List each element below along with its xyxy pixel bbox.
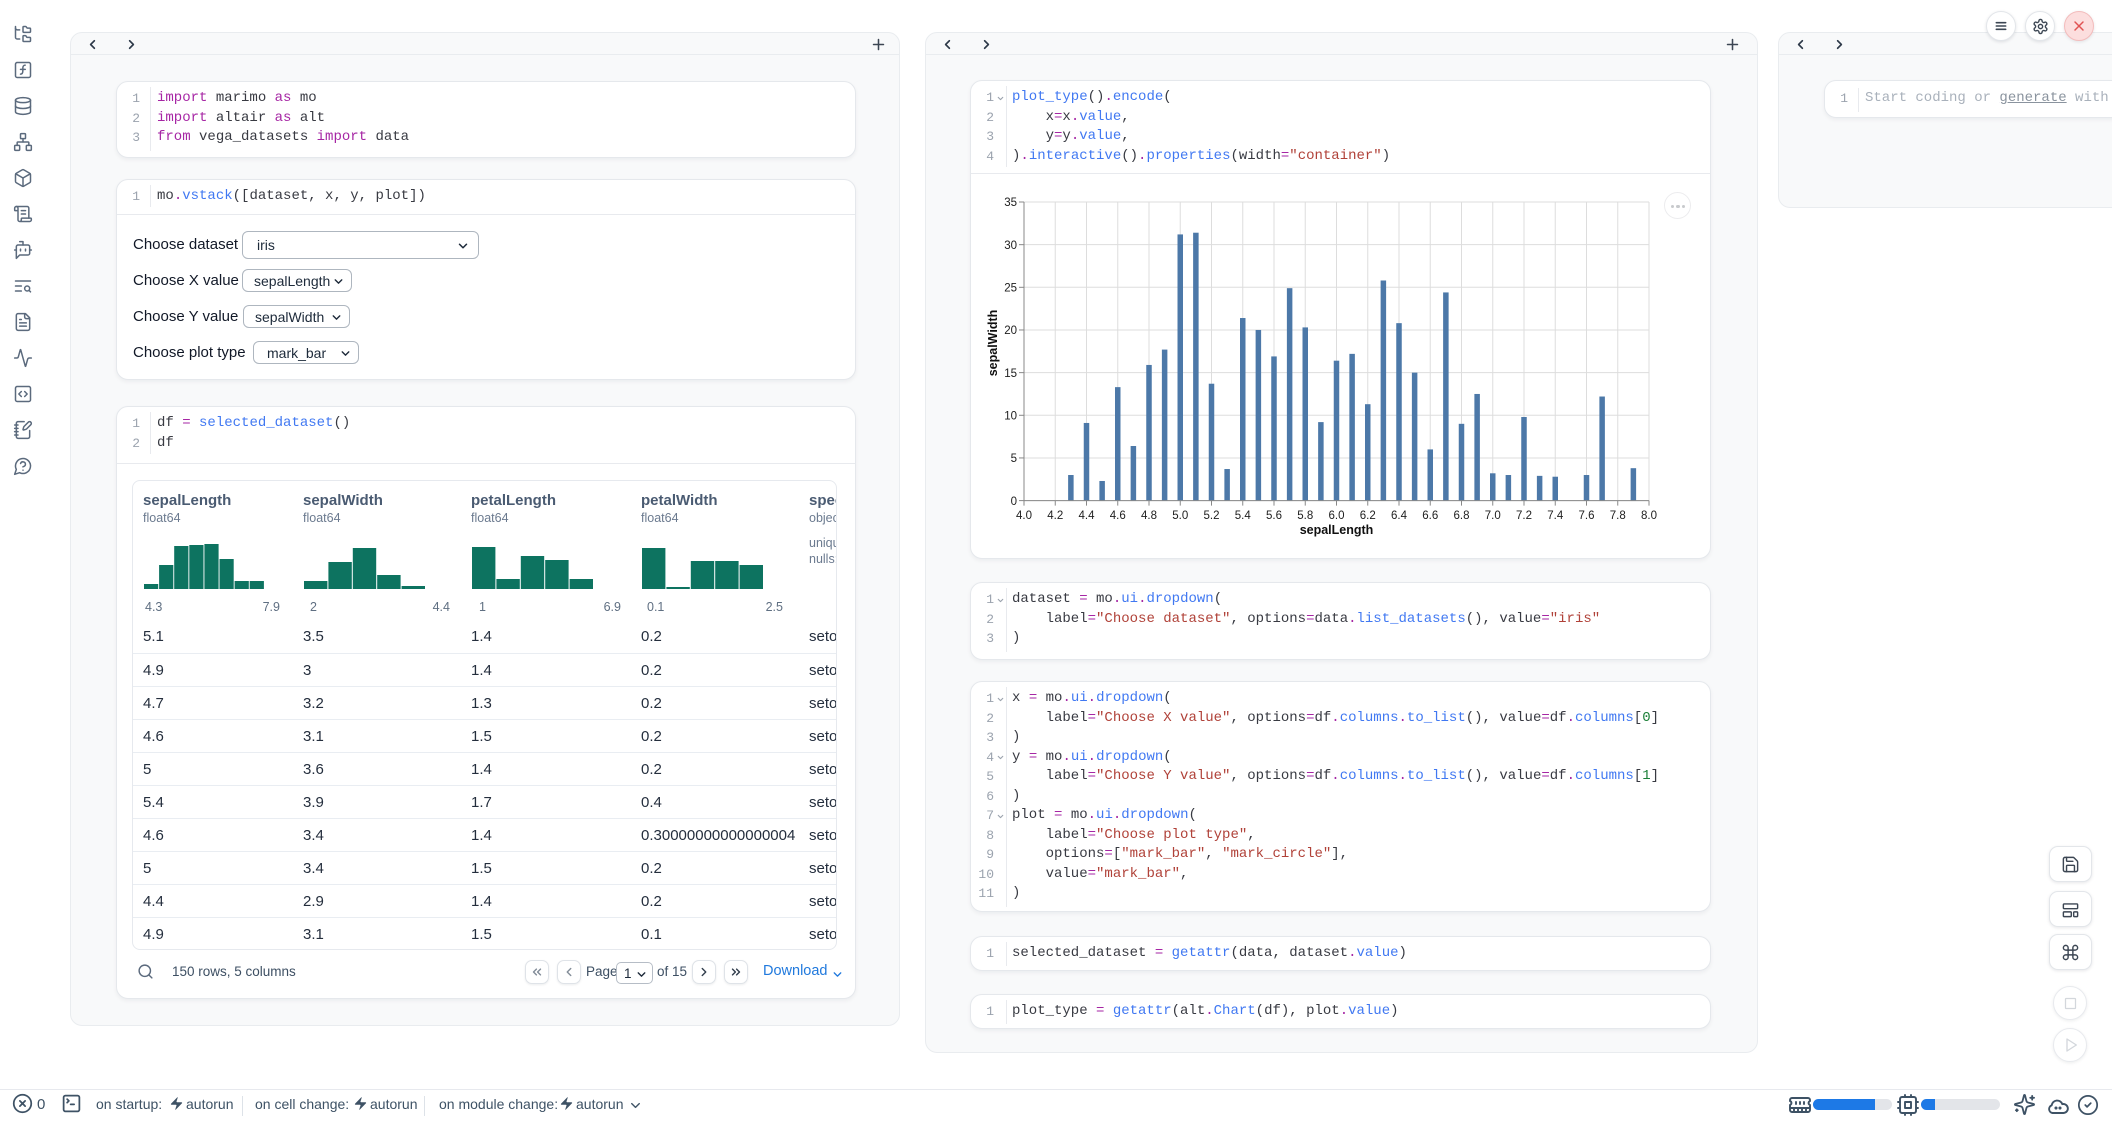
svg-text:4.6: 4.6 xyxy=(1110,510,1126,522)
svg-text:0: 0 xyxy=(1011,496,1017,508)
svg-text:7.0: 7.0 xyxy=(1485,510,1501,522)
svg-text:7.6: 7.6 xyxy=(1579,510,1595,522)
svg-text:5.2: 5.2 xyxy=(1204,510,1220,522)
svg-text:6.8: 6.8 xyxy=(1454,510,1470,522)
svg-text:30: 30 xyxy=(1004,240,1017,252)
svg-text:15: 15 xyxy=(1004,368,1017,380)
svg-text:6.6: 6.6 xyxy=(1422,510,1438,522)
svg-text:25: 25 xyxy=(1004,283,1017,295)
svg-text:35: 35 xyxy=(1004,197,1017,209)
svg-text:4.4: 4.4 xyxy=(1079,510,1096,522)
svg-text:5.8: 5.8 xyxy=(1297,510,1313,522)
svg-text:5.0: 5.0 xyxy=(1172,510,1188,522)
svg-text:6.0: 6.0 xyxy=(1329,510,1345,522)
svg-text:4.8: 4.8 xyxy=(1141,510,1157,522)
svg-text:5: 5 xyxy=(1011,453,1017,465)
svg-text:5.4: 5.4 xyxy=(1235,510,1252,522)
svg-text:7.2: 7.2 xyxy=(1516,510,1532,522)
svg-text:sepalWidth: sepalWidth xyxy=(986,310,1000,377)
svg-text:4.0: 4.0 xyxy=(1016,510,1032,522)
svg-text:20: 20 xyxy=(1004,325,1017,337)
svg-text:6.2: 6.2 xyxy=(1360,510,1376,522)
svg-text:7.8: 7.8 xyxy=(1610,510,1626,522)
svg-text:8.0: 8.0 xyxy=(1641,510,1657,522)
svg-text:6.4: 6.4 xyxy=(1391,510,1408,522)
svg-text:sepalLength: sepalLength xyxy=(1300,523,1374,537)
svg-text:7.4: 7.4 xyxy=(1547,510,1564,522)
svg-text:10: 10 xyxy=(1004,410,1017,422)
svg-text:4.2: 4.2 xyxy=(1047,510,1063,522)
svg-text:5.6: 5.6 xyxy=(1266,510,1282,522)
